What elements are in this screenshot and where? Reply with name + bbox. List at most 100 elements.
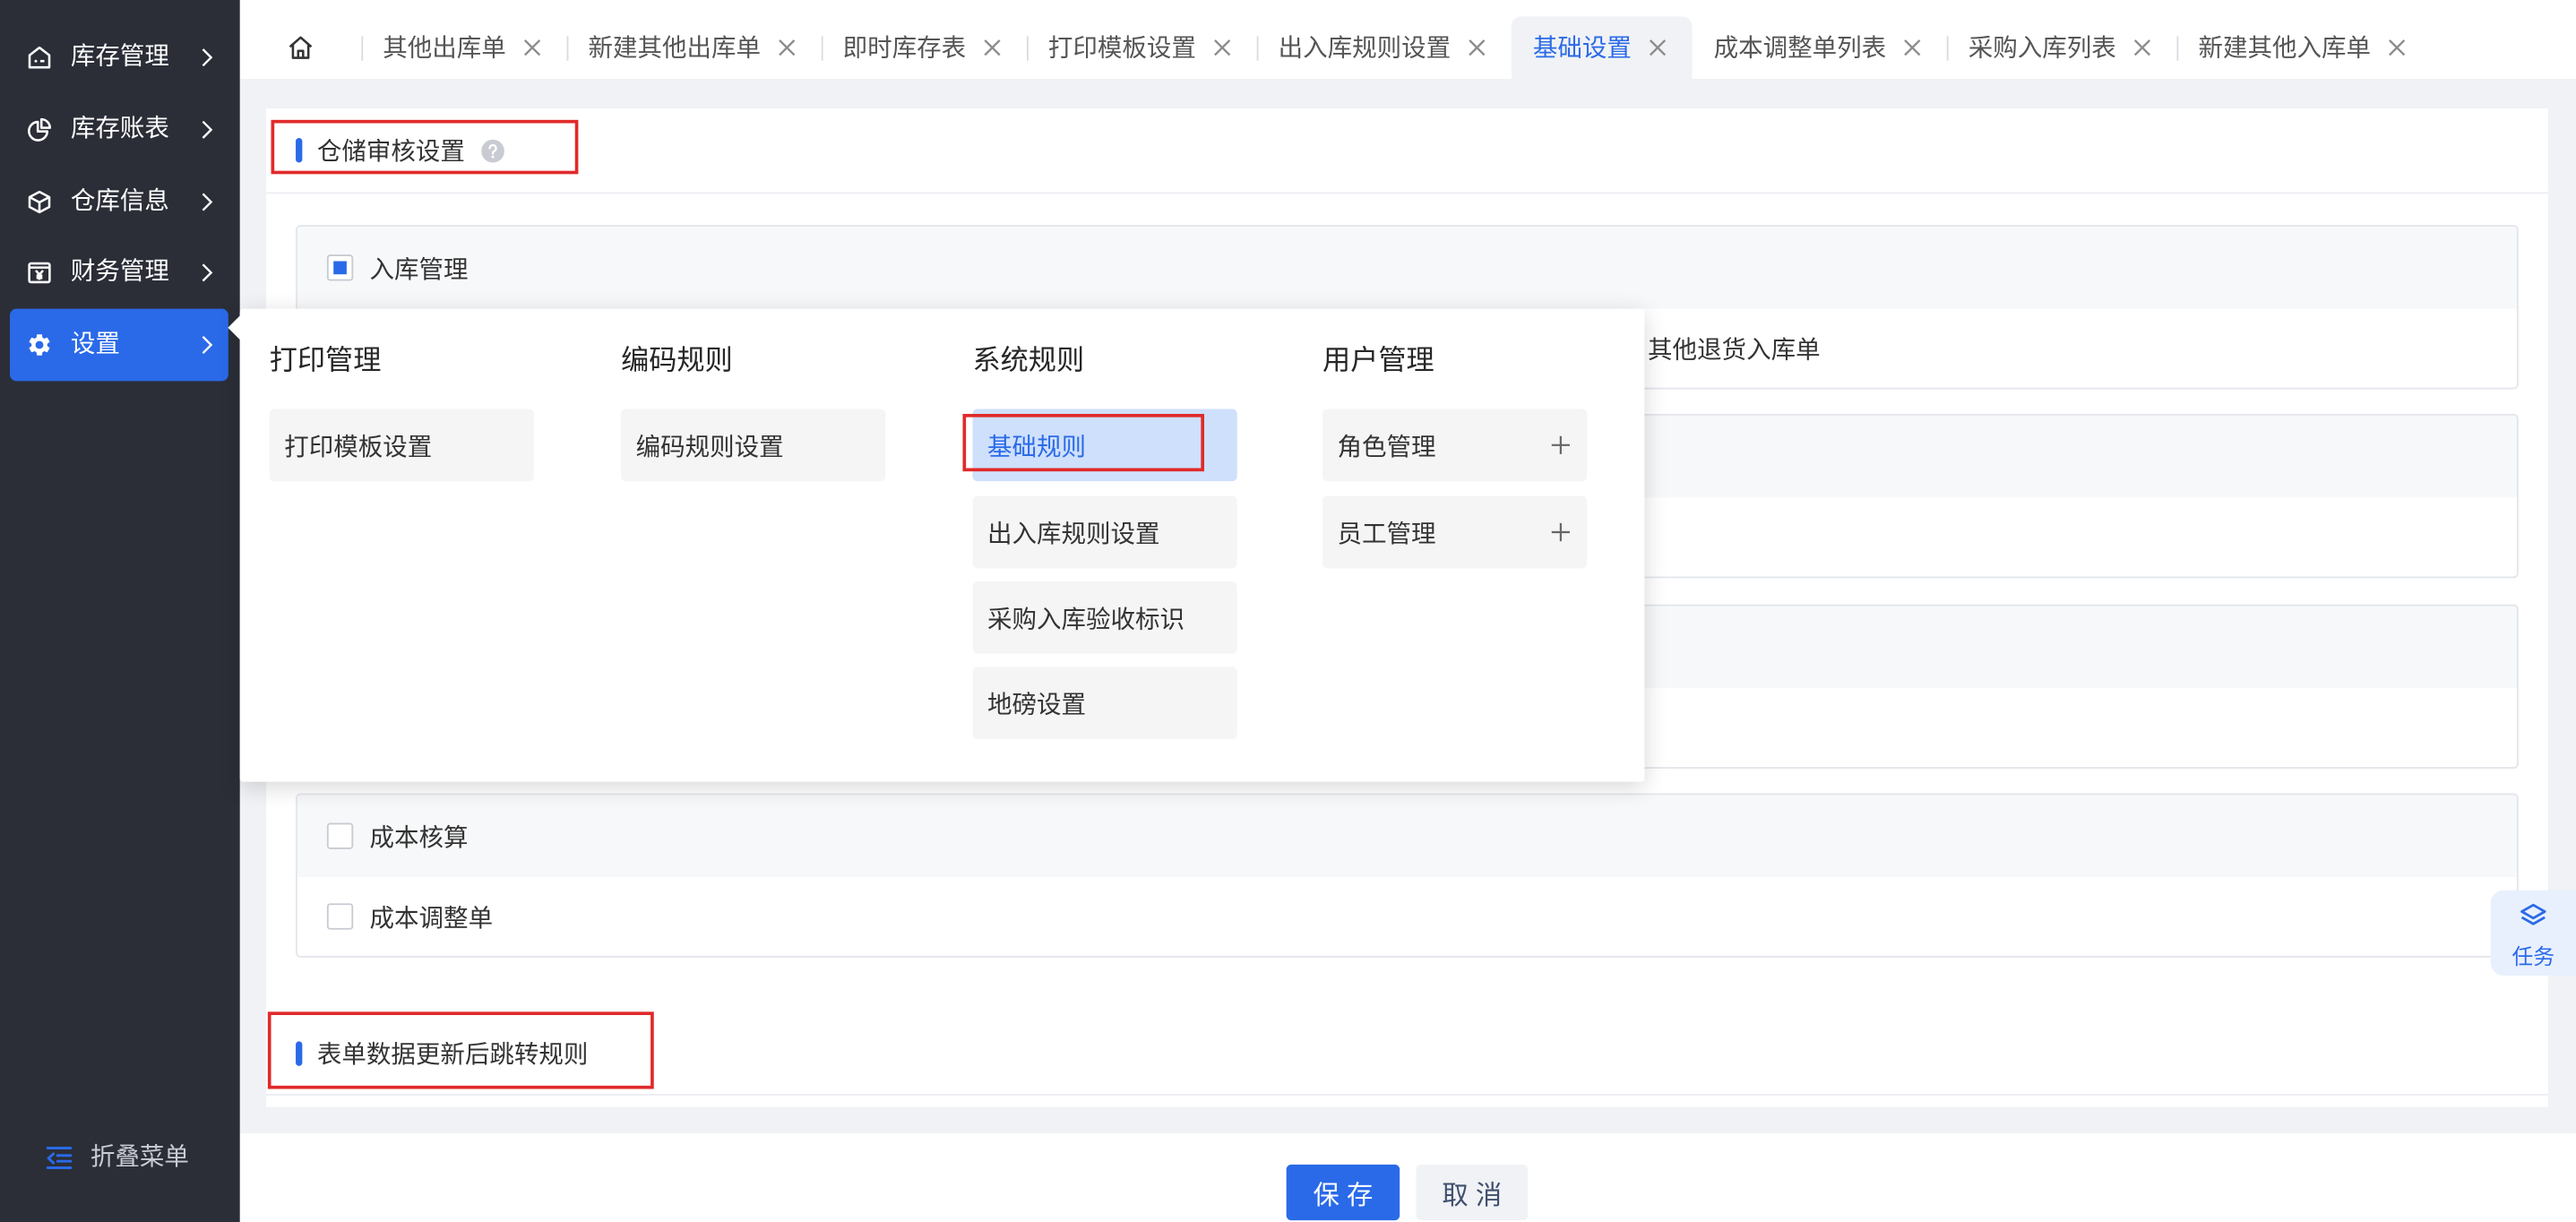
yen-box-icon [26,260,52,286]
menu-item-label: 角色管理 [1337,433,1436,461]
tab-label: 新建其他入库单 [2198,33,2372,62]
settings-flyout-menu: 打印管理 打印模板设置 编码规则 编码规则设置 系统规则 基础规则 出入库规则设… [228,308,1645,782]
tab-new-other-outbound[interactable]: 新建其他出库单 [566,16,822,79]
tab-basic-settings[interactable]: 基础设置 [1512,16,1693,79]
group-checkbox-indeterminate[interactable] [326,254,354,281]
tab-other-outbound-list[interactable]: 其他出库单 [361,16,566,79]
plus-icon[interactable] [1551,522,1571,542]
menu-item-label: 地磅设置 [986,690,1087,719]
sidebar-item-label: 设置 [70,330,120,358]
section-title: 表单数据更新后跳转规则 [316,1040,589,1069]
chevron-right-icon [201,335,214,355]
chevron-right-icon [201,120,214,140]
menu-column-title: 编码规则 [621,344,733,376]
group-title: 入库管理 [369,255,469,284]
chevron-right-icon [201,192,214,211]
menu-column-title: 打印管理 [269,344,382,376]
close-icon[interactable] [1468,38,1487,57]
close-icon[interactable] [1902,38,1922,57]
cube-icon [26,189,52,215]
sidebar-item-settings[interactable]: 设置 [10,308,228,382]
sidebar-item-inventory-management[interactable]: 库存管理 [10,22,228,94]
collapse-menu-label: 折叠菜单 [90,1142,189,1172]
question-circle-icon[interactable] [481,138,504,162]
option-label: 成本调整单 [369,904,494,933]
gear-icon [26,331,52,357]
section-title: 仓储审核设置 [316,137,465,167]
sidebar-item-label: 财务管理 [70,257,169,286]
audit-group-header: 成本核算 [297,795,2517,877]
menu-fold-icon [45,1143,74,1173]
menu-item-label: 打印模板设置 [284,433,433,461]
group-checkbox[interactable] [326,822,354,849]
close-icon[interactable] [983,38,1003,57]
sidebar-item-label: 库存账表 [70,115,169,143]
tab-inout-rule-settings[interactable]: 出入库规则设置 [1256,16,1512,79]
close-icon[interactable] [1648,38,1667,57]
menu-column-system-rules: 系统规则 基础规则 出入库规则设置 采购入库验收标识 地磅设置 [972,309,1237,782]
menu-item-label: 基础规则 [986,433,1087,461]
tab-cost-adjustment-list[interactable]: 成本调整单列表 [1693,16,1947,79]
pie-chart-icon [26,116,52,142]
sidebar-item-warehouse-info[interactable]: 仓库信息 [10,166,228,238]
menu-column-user-management: 用户管理 角色管理 员工管理 [1322,309,1588,782]
close-icon[interactable] [522,38,542,57]
app-window: 库存管理 库存账表 仓库信息 财务管理 设置 折叠菜单 其他出库单 新建其他出库… [0,0,2576,1222]
tab-purchase-inbound-list[interactable]: 采购入库列表 [1946,16,2177,79]
cancel-button[interactable]: 取 消 [1416,1164,1529,1221]
menu-item-label: 出入库规则设置 [986,520,1160,548]
tab-label: 即时库存表 [842,33,967,62]
audit-group-header: 入库管理 [297,226,2517,309]
collapse-menu-button[interactable]: 折叠菜单 [0,1122,240,1194]
menu-item-print-template-settings[interactable]: 打印模板设置 [269,409,534,482]
tab-home[interactable] [240,16,362,79]
option-checkbox[interactable] [326,903,354,930]
save-button[interactable]: 保 存 [1286,1164,1400,1221]
tab-new-other-inbound[interactable]: 新建其他入库单 [2176,16,2432,79]
section-accent-bar [296,137,303,163]
sidebar-item-inventory-reports[interactable]: 库存账表 [10,93,228,166]
tab-label: 出入库规则设置 [1278,33,1452,62]
menu-item-role-management[interactable]: 角色管理 [1322,409,1588,482]
sidebar: 库存管理 库存账表 仓库信息 财务管理 设置 折叠菜单 [0,0,240,1222]
close-icon[interactable] [2387,38,2407,57]
tab-label: 打印模板设置 [1047,33,1196,62]
tab-realtime-inventory[interactable]: 即时库存表 [821,16,1027,79]
menu-item-inout-rule-settings[interactable]: 出入库规则设置 [972,495,1237,569]
tab-bar: 其他出库单 新建其他出库单 即时库存表 打印模板设置 出入库规则设置 基础设置 … [239,0,2576,79]
audit-settings-header: 仓储审核设置 [266,108,2548,194]
form-footer: 保 存 取 消 [239,1132,2576,1222]
redirect-rules-header: 表单数据更新后跳转规则 [266,1011,2548,1096]
plus-icon[interactable] [1551,435,1571,455]
audit-group-options: 成本调整单 [297,877,2517,956]
menu-item-purchase-inspection-marks[interactable]: 采购入库验收标识 [972,581,1237,654]
task-label: 任务 [2511,944,2555,969]
sidebar-item-label: 仓库信息 [70,186,169,216]
task-float-button[interactable]: 任务 [2490,890,2576,976]
tab-label: 其他出库单 [383,33,506,62]
menu-item-label: 采购入库验收标识 [986,605,1185,633]
menu-item-label: 员工管理 [1337,520,1436,548]
sidebar-item-label: 库存管理 [70,42,169,71]
checkbox-indeterminate-mark [333,261,347,275]
menu-item-code-rule-settings[interactable]: 编码规则设置 [621,409,886,482]
menu-item-basic-rules[interactable]: 基础规则 [972,409,1237,482]
audit-group-cost-accounting: 成本核算 成本调整单 [296,793,2519,958]
menu-item-weighbridge-settings[interactable]: 地磅设置 [972,667,1237,739]
tab-label: 成本调整单列表 [1713,33,1887,62]
layers-icon [2519,901,2548,931]
close-icon[interactable] [2132,38,2152,57]
menu-item-staff-management[interactable]: 员工管理 [1322,495,1588,569]
tab-label: 采购入库列表 [1968,33,2116,62]
close-icon[interactable] [777,38,797,57]
section-accent-bar [296,1040,303,1065]
chevron-right-icon [201,262,214,282]
menu-column-print: 打印管理 打印模板设置 [269,309,534,782]
close-icon[interactable] [1212,38,1232,57]
tab-print-template-settings[interactable]: 打印模板设置 [1027,16,1257,79]
chevron-right-icon [201,47,214,67]
option-label: 其他退货入库单 [1648,335,1821,365]
sidebar-item-finance-management[interactable]: 财务管理 [10,237,228,309]
tab-label: 新建其他出库单 [588,33,761,62]
menu-item-label: 编码规则设置 [635,433,784,461]
